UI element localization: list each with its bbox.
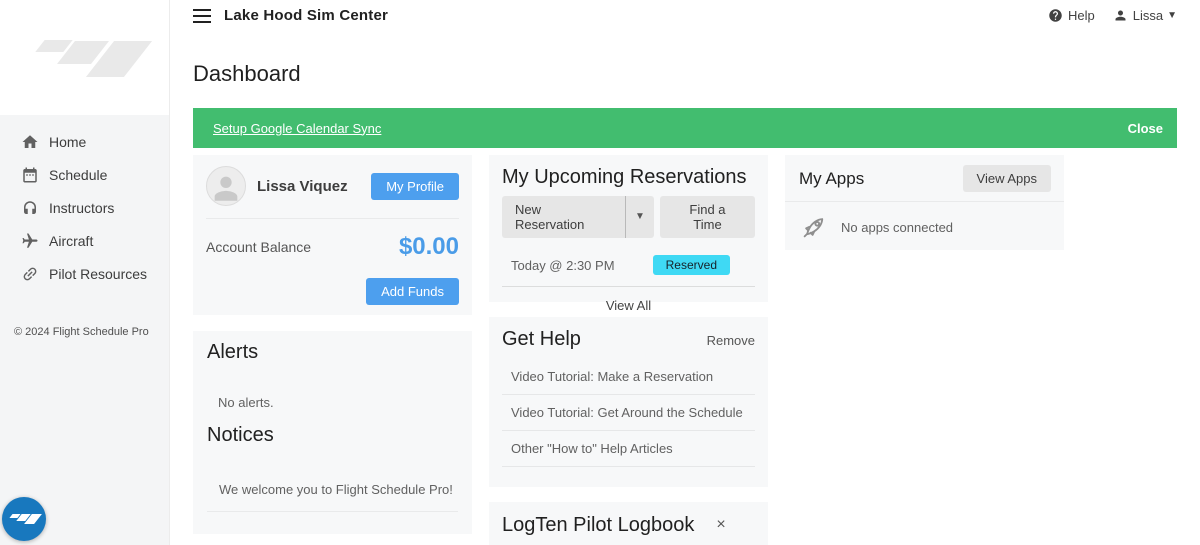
get-help-title: Get Help [502, 328, 581, 350]
sidebar-item-aircraft[interactable]: Aircraft [0, 224, 169, 257]
close-icon[interactable]: × [716, 517, 725, 533]
reservations-card: My Upcoming Reservations New Reservation… [489, 155, 768, 313]
user-menu[interactable]: Lissa ▼ [1113, 8, 1177, 23]
status-badge: Reserved [652, 255, 730, 275]
dashboard-cards: Lissa Viquez My Profile Account Balance … [193, 155, 1177, 545]
notices-title: Notices [207, 424, 274, 446]
account-balance-label: Account Balance [206, 239, 312, 255]
link-icon [21, 265, 39, 283]
sidebar-item-label: Pilot Resources [49, 265, 148, 282]
divider [207, 511, 458, 512]
copyright-text: © 2024 Flight Schedule Pro [14, 326, 149, 338]
help-button[interactable]: Help [1048, 8, 1095, 23]
sidebar-item-label: Aircraft [49, 232, 94, 249]
divider [206, 218, 459, 219]
person-icon [1113, 8, 1128, 23]
remove-link[interactable]: Remove [707, 333, 755, 348]
sidebar-nav: Home Schedule Instructors Aircraft Pilot… [0, 125, 169, 290]
help-article-link[interactable]: Video Tutorial: Make a Reservation [502, 359, 755, 395]
reservations-title: My Upcoming Reservations [502, 166, 747, 188]
find-a-time-button[interactable]: Find a Time [659, 196, 755, 238]
banner-close-button[interactable]: Close [1128, 121, 1163, 136]
calendar-icon [21, 166, 39, 184]
help-label: Help [1067, 7, 1095, 23]
my-apps-title: My Apps [799, 168, 865, 188]
home-icon [21, 133, 39, 151]
avatar [206, 166, 246, 206]
help-article-list: Video Tutorial: Make a Reservation Video… [502, 359, 755, 467]
menu-icon[interactable] [193, 9, 211, 23]
brand-fab-button[interactable] [2, 497, 46, 541]
help-icon [1048, 8, 1063, 23]
sidebar-item-schedule[interactable]: Schedule [0, 158, 169, 191]
sidebar-logo [0, 0, 169, 115]
chevron-down-icon: ▼ [1167, 9, 1177, 21]
alerts-card: Alerts No alerts. Notices We welcome you… [193, 331, 472, 534]
sidebar-item-label: Home [49, 133, 87, 150]
my-profile-button[interactable]: My Profile [371, 172, 459, 200]
page-title: Dashboard [193, 61, 301, 86]
airplane-icon [21, 232, 39, 250]
my-apps-card: My Apps View Apps No apps connected [785, 155, 1064, 250]
alerts-title: Alerts [207, 341, 259, 363]
headset-icon [21, 199, 39, 217]
sidebar-item-label: Schedule [49, 166, 108, 183]
sidebar-item-instructors[interactable]: Instructors [0, 191, 169, 224]
add-funds-button[interactable]: Add Funds [366, 278, 459, 305]
help-article-link[interactable]: Other "How to" Help Articles [502, 431, 755, 467]
column-1: Lissa Viquez My Profile Account Balance … [193, 155, 472, 534]
top-bar: Lake Hood Sim Center Help Lissa ▼ [170, 0, 1200, 30]
new-reservation-dropdown-toggle[interactable]: ▼ [625, 196, 654, 238]
sidebar-item-label: Instructors [49, 199, 115, 216]
view-all-link[interactable]: View All [502, 298, 755, 313]
reservation-row[interactable]: Today @ 2:30 PM Reserved [502, 255, 755, 287]
user-full-name: Lissa Viquez [257, 177, 348, 195]
notice-text: We welcome you to Flight Schedule Pro! [219, 482, 453, 497]
profile-card: Lissa Viquez My Profile Account Balance … [193, 155, 472, 315]
help-article-link[interactable]: Video Tutorial: Get Around the Schedule [502, 395, 755, 431]
logten-title: LogTen Pilot Logbook [502, 514, 695, 536]
sidebar: Home Schedule Instructors Aircraft Pilot… [0, 0, 170, 545]
user-name: Lissa [1132, 7, 1164, 23]
app-title: Lake Hood Sim Center [224, 6, 389, 24]
calendar-sync-link[interactable]: Setup Google Calendar Sync [213, 121, 381, 136]
sidebar-item-pilot-resources[interactable]: Pilot Resources [0, 257, 169, 290]
view-apps-button[interactable]: View Apps [962, 165, 1051, 192]
column-3: My Apps View Apps No apps connected [785, 155, 1064, 250]
sidebar-item-home[interactable]: Home [0, 125, 169, 158]
header-actions: Help Lissa ▼ [1048, 8, 1177, 23]
get-help-card: Get Help Remove Video Tutorial: Make a R… [489, 317, 768, 487]
column-2: My Upcoming Reservations New Reservation… [489, 155, 768, 545]
no-apps-text: No apps connected [841, 219, 954, 235]
main-content: Lake Hood Sim Center Help Lissa ▼ Dashbo… [170, 0, 1200, 545]
logten-card: LogTen Pilot Logbook × [489, 502, 768, 545]
new-reservation-split-button: New Reservation ▼ [502, 196, 654, 238]
new-reservation-button[interactable]: New Reservation [502, 196, 625, 238]
reservation-time: Today @ 2:30 PM [511, 257, 615, 273]
no-alerts-text: No alerts. [218, 395, 274, 410]
account-balance-value: $0.00 [398, 233, 459, 260]
calendar-sync-banner: Setup Google Calendar Sync Close [193, 108, 1177, 148]
rocket-icon [799, 212, 829, 242]
